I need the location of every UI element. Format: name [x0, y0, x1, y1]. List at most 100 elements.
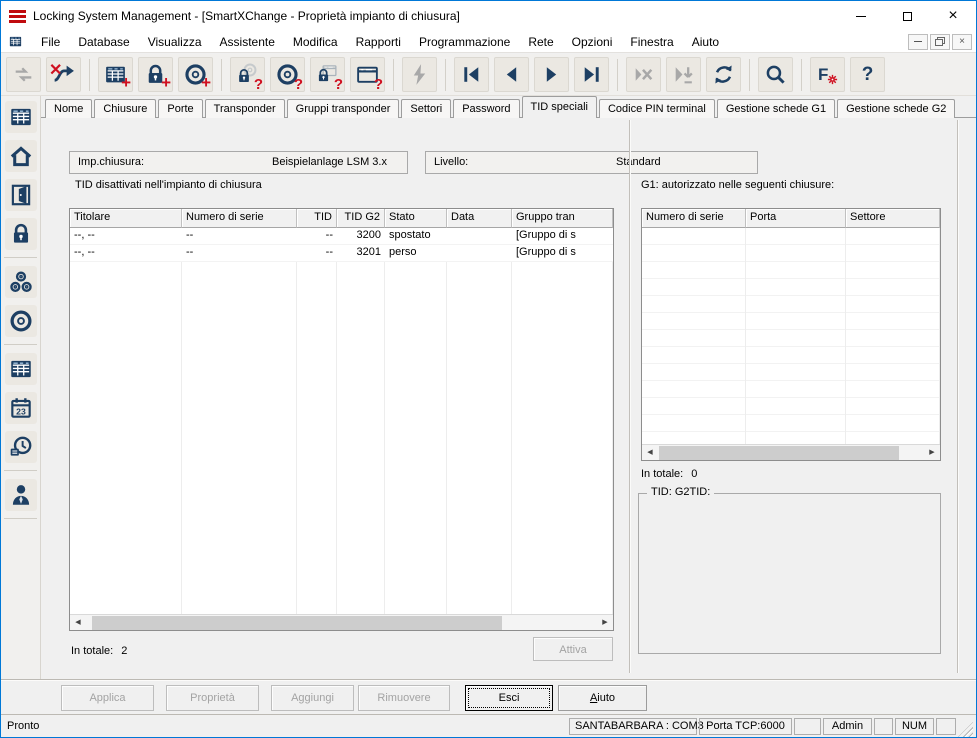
menu-bar: File Database Visualizza Assistente Modi… [1, 31, 976, 53]
new-lock-button[interactable]: + [138, 57, 173, 92]
right-total-value: 0 [691, 468, 698, 480]
help-button[interactable]: ? [850, 57, 885, 92]
tab-tid-speciali[interactable]: TID speciali [521, 96, 597, 118]
read-transponder-button[interactable]: ? [270, 57, 305, 92]
col-tid-g2[interactable]: TID G2 [337, 209, 385, 228]
sidebar-matrix-button[interactable] [4, 353, 37, 385]
mdi-minimize-button[interactable] [908, 33, 928, 50]
sidebar-calendar-button[interactable] [4, 392, 37, 424]
level-value: Standard [616, 156, 661, 168]
col-numero-di-serie[interactable]: Numero di serie [182, 209, 297, 228]
scroll-left-icon[interactable]: ◀ [70, 615, 86, 630]
menu-visualizza[interactable]: Visualizza [139, 33, 211, 51]
left-total: In totale: 2 [71, 645, 127, 657]
tab-nome[interactable]: Nome [45, 99, 93, 118]
tab-codice-pin-terminal[interactable]: Codice PIN terminal [598, 99, 715, 118]
sidebar-buildings-button[interactable] [4, 140, 37, 172]
scroll-right-icon[interactable]: ▶ [597, 615, 613, 630]
right-panel-caption: G1: autorizzato nelle seguenti chiusure: [641, 179, 835, 191]
transponder-group-icon [8, 269, 34, 295]
mdi-child-icon [7, 34, 24, 49]
col-tid[interactable]: TID [297, 209, 337, 228]
menu-rapporti[interactable]: Rapporti [347, 33, 410, 51]
locking-system-icon [8, 104, 34, 130]
tab-chiusure[interactable]: Chiusure [94, 99, 157, 118]
table-row[interactable]: --, -- -- -- 3201 perso [Gruppo di s [70, 245, 613, 262]
tab-gestione-schede-g2[interactable]: Gestione schede G2 [837, 99, 956, 118]
previous-record-button[interactable] [494, 57, 529, 92]
table-row[interactable]: --, -- -- -- 3200 spostato [Gruppo di s [70, 228, 613, 245]
status-tcp-port: Porta TCP:6000 [699, 717, 792, 735]
sidebar-timezone-button[interactable] [4, 431, 37, 463]
clock-icon [8, 434, 34, 460]
mdi-close-button[interactable]: × [952, 33, 972, 50]
col-porta[interactable]: Porta [746, 209, 846, 228]
menu-modifica[interactable]: Modifica [284, 33, 347, 51]
read-lock-network-button[interactable]: ? [310, 57, 345, 92]
exit-button[interactable]: Esci [465, 685, 553, 711]
svg-text:F: F [818, 65, 828, 84]
menu-file[interactable]: File [32, 33, 69, 51]
sidebar-locks-button[interactable] [4, 218, 37, 250]
cell-titolare: --, -- [74, 246, 95, 258]
col-gruppo-transponder[interactable]: Gruppo tran [512, 209, 613, 228]
home-icon [8, 143, 34, 169]
status-ready: Pronto [7, 720, 40, 732]
tab-gestione-schede-g1[interactable]: Gestione schede G1 [716, 99, 836, 118]
search-button[interactable] [758, 57, 793, 92]
menu-database[interactable]: Database [69, 33, 138, 51]
scroll-left-icon[interactable]: ◀ [642, 445, 658, 460]
sidebar-transponders-button[interactable] [4, 305, 37, 337]
col-data[interactable]: Data [447, 209, 512, 228]
col-titolare[interactable]: Titolare [70, 209, 182, 228]
close-button[interactable]: × [930, 1, 976, 31]
read-lock-button[interactable]: ? [230, 57, 265, 92]
cell-gruppo: [Gruppo di s [516, 246, 576, 258]
col-stato[interactable]: Stato [385, 209, 447, 228]
left-total-value: 2 [121, 645, 128, 657]
right-total-label: In totale: [641, 468, 684, 480]
sidebar-transponder-groups-button[interactable] [4, 266, 37, 298]
read-card-button[interactable]: ? [350, 57, 385, 92]
col-numero-di-serie[interactable]: Numero di serie [642, 209, 746, 228]
disconnect-button[interactable]: ✕ [46, 57, 81, 92]
sidebar-users-button[interactable] [4, 479, 37, 511]
refresh-button[interactable] [706, 57, 741, 92]
mdi-restore-button[interactable] [930, 33, 950, 50]
locking-system-label: Imp.chiusura: [78, 156, 145, 168]
menu-assistente[interactable]: Assistente [211, 33, 284, 51]
col-settore[interactable]: Settore [846, 209, 940, 228]
minimize-button[interactable] [838, 1, 884, 31]
new-locking-system-button[interactable]: + [98, 57, 133, 92]
tab-transponder[interactable]: Transponder [204, 99, 285, 118]
menu-finestra[interactable]: Finestra [621, 33, 682, 51]
menu-rete[interactable]: Rete [519, 33, 562, 51]
horizontal-scrollbar[interactable]: ◀ ▶ [70, 614, 613, 630]
tab-settori[interactable]: Settori [401, 99, 452, 118]
horizontal-scrollbar[interactable]: ◀ ▶ [642, 444, 940, 460]
sidebar-locking-system-button[interactable] [4, 101, 37, 133]
cancel-button [626, 57, 661, 92]
help-action-button[interactable]: Aiuto [558, 685, 647, 711]
tab-password[interactable]: Password [453, 99, 520, 118]
resize-grip[interactable] [958, 722, 973, 737]
first-record-button[interactable] [454, 57, 489, 92]
filter-settings-button[interactable]: F [810, 57, 845, 92]
scroll-right-icon[interactable]: ▶ [924, 445, 940, 460]
cell-serie: -- [186, 229, 194, 241]
cell-stato: perso [389, 246, 417, 258]
last-record-button[interactable] [574, 57, 609, 92]
menu-aiuto[interactable]: Aiuto [683, 33, 728, 51]
scrollbar-thumb[interactable] [659, 446, 899, 460]
scrollbar-thumb[interactable] [92, 616, 502, 630]
new-transponder-button[interactable]: + [178, 57, 213, 92]
cell-gruppo: [Gruppo di s [516, 229, 576, 241]
tab-gruppi-transponder[interactable]: Gruppi transponder [286, 99, 400, 118]
menu-opzioni[interactable]: Opzioni [563, 33, 622, 51]
next-record-button[interactable] [534, 57, 569, 92]
maximize-button[interactable] [884, 1, 930, 31]
door-icon [8, 182, 34, 208]
menu-programmazione[interactable]: Programmazione [410, 33, 519, 51]
tab-porte[interactable]: Porte [158, 99, 203, 118]
sidebar-doors-button[interactable] [4, 179, 37, 211]
